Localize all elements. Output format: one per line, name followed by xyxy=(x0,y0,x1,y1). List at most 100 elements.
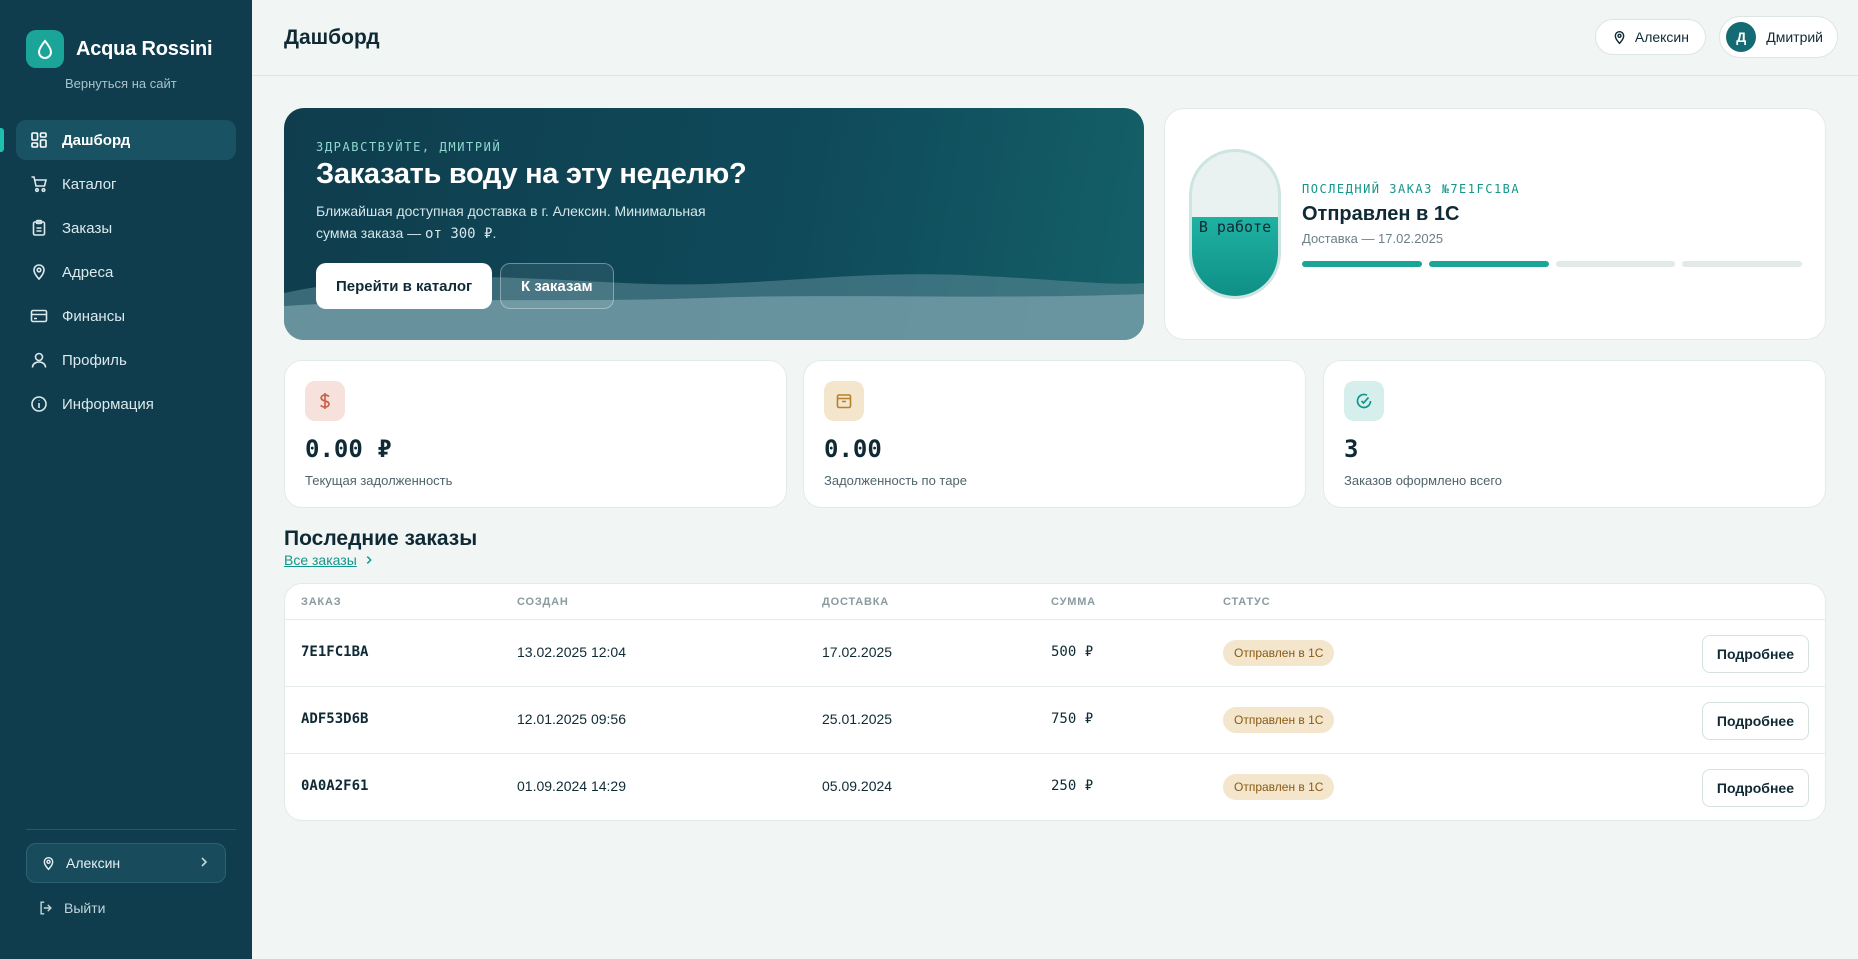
capsule-status-label: В работе xyxy=(1198,218,1272,236)
sidebar-item-label: Адреса xyxy=(62,263,114,281)
city-selector-label: Алексин xyxy=(66,855,121,871)
stat-label: Задолженность по таре xyxy=(824,473,967,488)
order-delivery: 25.01.2025 xyxy=(822,711,893,727)
map-pin-icon xyxy=(41,856,56,871)
stat-label: Заказов оформлено всего xyxy=(1344,473,1503,488)
stat-label: Текущая задолженность xyxy=(305,473,453,488)
stat-value: 0.00 ₽ xyxy=(305,435,392,463)
order-created: 01.09.2024 14:29 xyxy=(517,778,626,794)
sidebar-item-info[interactable]: Информация xyxy=(16,384,236,424)
credit-card-icon xyxy=(30,307,48,325)
sidebar-item-label: Заказы xyxy=(62,219,113,237)
status-badge: Отправлен в 1С xyxy=(1223,707,1335,733)
hero-description: Ближайшая доступная доставка в г. Алекси… xyxy=(316,200,736,245)
top-header: Дашборд Алексин Д Дмитрий xyxy=(252,0,1858,76)
last-order-status: Отправлен в 1С xyxy=(1302,203,1460,225)
stat-value: 0.00 xyxy=(824,435,882,463)
sidebar-item-finance[interactable]: Финансы xyxy=(16,296,236,336)
order-details-button[interactable]: Подробнее xyxy=(1701,769,1809,807)
back-to-site-link[interactable]: Вернуться на сайт xyxy=(65,76,177,91)
all-orders-label: Все заказы xyxy=(284,552,357,568)
last-order-number: ПОСЛЕДНИЙ ЗАКАЗ №7E1FC1BA xyxy=(1302,182,1521,196)
user-menu-button[interactable]: Д Дмитрий xyxy=(1719,16,1838,58)
clipboard-icon xyxy=(30,219,48,237)
map-pin-icon xyxy=(1612,30,1627,45)
go-to-orders-button[interactable]: К заказам xyxy=(500,263,614,309)
sidebar-item-label: Информация xyxy=(62,395,154,413)
header-city-button[interactable]: Алексин xyxy=(1594,19,1706,55)
sidebar-item-label: Дашборд xyxy=(62,131,131,149)
go-to-catalog-button[interactable]: Перейти в каталог xyxy=(316,263,493,309)
sidebar-item-label: Финансы xyxy=(62,307,125,325)
hero-greeting: ЗДРАВСТВУЙТЕ, ДМИТРИЙ xyxy=(316,140,502,154)
sidebar-item-profile[interactable]: Профиль xyxy=(16,340,236,380)
box-icon xyxy=(824,381,864,421)
progress-step xyxy=(1555,261,1676,267)
water-drop-icon xyxy=(26,30,64,68)
hero-text-line2-suffix: . xyxy=(492,225,497,241)
order-delivery: 17.02.2025 xyxy=(822,644,893,660)
all-orders-link[interactable]: Все заказы xyxy=(284,552,375,568)
column-header-sum: СУММА xyxy=(1051,596,1096,608)
stat-value: 3 xyxy=(1344,435,1359,463)
dollar-icon xyxy=(305,381,345,421)
logout-button[interactable]: Выйти xyxy=(38,900,105,916)
last-order-delivery: Доставка — 17.02.2025 xyxy=(1302,231,1444,246)
brand[interactable]: Acqua Rossini xyxy=(26,30,213,68)
sidebar-item-catalog[interactable]: Каталог xyxy=(16,164,236,204)
hero-text-line2-prefix: сумма заказа — xyxy=(316,225,426,241)
order-created: 13.02.2025 12:04 xyxy=(517,644,626,660)
table-row: ADF53D6B 12.01.2025 09:56 25.01.2025 750… xyxy=(285,687,1825,754)
sidebar-item-label: Профиль xyxy=(62,351,127,369)
map-pin-icon xyxy=(30,263,48,281)
order-sum: 250 ₽ xyxy=(1051,778,1094,794)
order-sum: 500 ₽ xyxy=(1051,644,1094,660)
cart-icon xyxy=(30,175,48,193)
page-title: Дашборд xyxy=(284,26,380,49)
order-details-button[interactable]: Подробнее xyxy=(1701,635,1809,673)
order-details-button[interactable]: Подробнее xyxy=(1701,702,1809,740)
info-icon xyxy=(30,395,48,413)
avatar: Д xyxy=(1726,22,1757,52)
user-icon xyxy=(30,351,48,369)
order-code: 7E1FC1BA xyxy=(301,644,369,660)
progress-step xyxy=(1682,261,1802,267)
sidebar: Acqua Rossini Вернуться на сайт Дашборд … xyxy=(0,0,252,959)
order-code: 0A0A2F61 xyxy=(301,778,369,794)
hero-text-line1: Ближайшая доступная доставка в г. Алекси… xyxy=(316,203,706,219)
stat-card-orders-total: 3 Заказов оформлено всего xyxy=(1323,360,1826,508)
column-header-delivery: ДОСТАВКА xyxy=(822,596,890,608)
hero-banner: ЗДРАВСТВУЙТЕ, ДМИТРИЙ Заказать воду на э… xyxy=(284,108,1144,340)
order-delivery: 05.09.2024 xyxy=(822,778,893,794)
logout-label: Выйти xyxy=(64,900,106,916)
user-name: Дмитрий xyxy=(1766,29,1823,45)
chevron-right-icon xyxy=(363,554,375,566)
logout-icon xyxy=(38,900,54,916)
table-header: ЗАКАЗ СОЗДАН ДОСТАВКА СУММА СТАТУС xyxy=(285,584,1825,620)
order-status-capsule: В работе xyxy=(1189,149,1281,299)
column-header-order: ЗАКАЗ xyxy=(301,596,342,608)
recent-orders-title: Последние заказы xyxy=(284,527,478,550)
city-selector[interactable]: Алексин xyxy=(26,843,226,883)
status-badge: Отправлен в 1С xyxy=(1223,640,1335,666)
progress-step xyxy=(1302,261,1422,267)
order-code: ADF53D6B xyxy=(301,711,369,727)
header-city-label: Алексин xyxy=(1634,29,1689,45)
last-order-card[interactable]: В работе ПОСЛЕДНИЙ ЗАКАЗ №7E1FC1BA Отпра… xyxy=(1164,108,1826,340)
table-row: 0A0A2F61 01.09.2024 14:29 05.09.2024 250… xyxy=(285,754,1825,820)
hero-title: Заказать воду на эту неделю? xyxy=(316,158,747,190)
sidebar-item-label: Каталог xyxy=(62,175,117,193)
order-progress-bar xyxy=(1302,261,1802,267)
brand-name: Acqua Rossini xyxy=(76,37,213,60)
chevron-right-icon xyxy=(197,855,211,872)
sidebar-item-addresses[interactable]: Адреса xyxy=(16,252,236,292)
hero-min-amount: от 300 ₽ xyxy=(425,226,493,242)
sidebar-item-orders[interactable]: Заказы xyxy=(16,208,236,248)
check-circle-icon xyxy=(1344,381,1384,421)
sidebar-divider xyxy=(26,829,236,830)
progress-step xyxy=(1428,261,1549,267)
sidebar-nav: Дашборд Каталог Заказы Адреса Финансы Пр… xyxy=(0,120,236,428)
recent-orders-table: ЗАКАЗ СОЗДАН ДОСТАВКА СУММА СТАТУС 7E1FC… xyxy=(284,583,1826,821)
order-created: 12.01.2025 09:56 xyxy=(517,711,626,727)
sidebar-item-dashboard[interactable]: Дашборд xyxy=(0,120,236,160)
